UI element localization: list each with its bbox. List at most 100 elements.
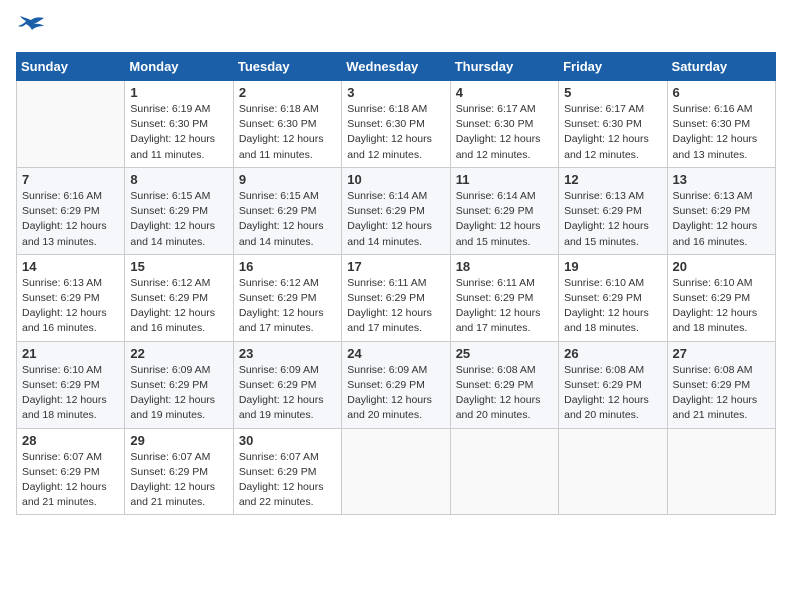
calendar-day-cell: 11 Sunrise: 6:14 AM Sunset: 6:29 PM Dayli… [450, 167, 558, 254]
calendar-day-cell: 3 Sunrise: 6:18 AM Sunset: 6:30 PM Daylig… [342, 81, 450, 168]
day-number: 6 [673, 85, 770, 100]
day-number: 17 [347, 259, 444, 274]
day-of-week-header: Tuesday [233, 53, 341, 81]
day-of-week-header: Monday [125, 53, 233, 81]
day-info: Sunrise: 6:19 AM Sunset: 6:30 PM Dayligh… [130, 102, 227, 163]
day-info: Sunrise: 6:11 AM Sunset: 6:29 PM Dayligh… [347, 276, 444, 337]
calendar-day-cell: 28 Sunrise: 6:07 AM Sunset: 6:29 PM Dayli… [17, 428, 125, 515]
day-info: Sunrise: 6:11 AM Sunset: 6:29 PM Dayligh… [456, 276, 553, 337]
day-info: Sunrise: 6:15 AM Sunset: 6:29 PM Dayligh… [130, 189, 227, 250]
day-number: 7 [22, 172, 119, 187]
day-info: Sunrise: 6:17 AM Sunset: 6:30 PM Dayligh… [456, 102, 553, 163]
logo [16, 16, 50, 40]
day-number: 22 [130, 346, 227, 361]
logo-icon [16, 16, 46, 40]
calendar-table: SundayMondayTuesdayWednesdayThursdayFrid… [16, 52, 776, 515]
day-number: 23 [239, 346, 336, 361]
day-number: 15 [130, 259, 227, 274]
day-info: Sunrise: 6:16 AM Sunset: 6:29 PM Dayligh… [22, 189, 119, 250]
day-info: Sunrise: 6:14 AM Sunset: 6:29 PM Dayligh… [347, 189, 444, 250]
day-info: Sunrise: 6:12 AM Sunset: 6:29 PM Dayligh… [239, 276, 336, 337]
day-number: 12 [564, 172, 661, 187]
calendar-day-cell: 12 Sunrise: 6:13 AM Sunset: 6:29 PM Dayli… [559, 167, 667, 254]
day-of-week-header: Thursday [450, 53, 558, 81]
day-number: 26 [564, 346, 661, 361]
calendar-day-cell: 29 Sunrise: 6:07 AM Sunset: 6:29 PM Dayli… [125, 428, 233, 515]
day-number: 20 [673, 259, 770, 274]
day-info: Sunrise: 6:17 AM Sunset: 6:30 PM Dayligh… [564, 102, 661, 163]
calendar-day-cell: 25Sunrise: 6:08 AM Sunset: 6:29 PM Dayli… [450, 341, 558, 428]
calendar-header-row: SundayMondayTuesdayWednesdayThursdayFrid… [17, 53, 776, 81]
calendar-day-cell: 26 Sunrise: 6:08 AM Sunset: 6:29 PM Dayli… [559, 341, 667, 428]
day-info: Sunrise: 6:09 AM Sunset: 6:29 PM Dayligh… [347, 363, 444, 424]
calendar-day-cell: 5 Sunrise: 6:17 AM Sunset: 6:30 PM Daylig… [559, 81, 667, 168]
day-number: 21 [22, 346, 119, 361]
day-number: 2 [239, 85, 336, 100]
day-number: 5 [564, 85, 661, 100]
day-of-week-header: Sunday [17, 53, 125, 81]
day-number: 14 [22, 259, 119, 274]
calendar-day-cell: 6 Sunrise: 6:16 AM Sunset: 6:30 PM Daylig… [667, 81, 775, 168]
day-of-week-header: Wednesday [342, 53, 450, 81]
calendar-day-cell: 14Sunrise: 6:13 AM Sunset: 6:29 PM Dayli… [17, 254, 125, 341]
calendar-day-cell: 8 Sunrise: 6:15 AM Sunset: 6:29 PM Daylig… [125, 167, 233, 254]
day-info: Sunrise: 6:13 AM Sunset: 6:29 PM Dayligh… [564, 189, 661, 250]
day-info: Sunrise: 6:10 AM Sunset: 6:29 PM Dayligh… [564, 276, 661, 337]
day-of-week-header: Saturday [667, 53, 775, 81]
day-info: Sunrise: 6:07 AM Sunset: 6:29 PM Dayligh… [130, 450, 227, 511]
day-info: Sunrise: 6:09 AM Sunset: 6:29 PM Dayligh… [239, 363, 336, 424]
day-info: Sunrise: 6:18 AM Sunset: 6:30 PM Dayligh… [239, 102, 336, 163]
calendar-day-cell [17, 81, 125, 168]
day-info: Sunrise: 6:12 AM Sunset: 6:29 PM Dayligh… [130, 276, 227, 337]
day-number: 13 [673, 172, 770, 187]
calendar-day-cell: 7 Sunrise: 6:16 AM Sunset: 6:29 PM Daylig… [17, 167, 125, 254]
calendar-day-cell: 27 Sunrise: 6:08 AM Sunset: 6:29 PM Dayli… [667, 341, 775, 428]
day-info: Sunrise: 6:07 AM Sunset: 6:29 PM Dayligh… [22, 450, 119, 511]
calendar-day-cell: 4 Sunrise: 6:17 AM Sunset: 6:30 PM Daylig… [450, 81, 558, 168]
day-number: 1 [130, 85, 227, 100]
day-info: Sunrise: 6:16 AM Sunset: 6:30 PM Dayligh… [673, 102, 770, 163]
calendar-day-cell: 22 Sunrise: 6:09 AM Sunset: 6:29 PM Dayli… [125, 341, 233, 428]
day-number: 28 [22, 433, 119, 448]
day-number: 10 [347, 172, 444, 187]
day-number: 27 [673, 346, 770, 361]
calendar-week-row: 7 Sunrise: 6:16 AM Sunset: 6:29 PM Daylig… [17, 167, 776, 254]
day-info: Sunrise: 6:10 AM Sunset: 6:29 PM Dayligh… [22, 363, 119, 424]
day-info: Sunrise: 6:09 AM Sunset: 6:29 PM Dayligh… [130, 363, 227, 424]
calendar-day-cell: 10 Sunrise: 6:14 AM Sunset: 6:29 PM Dayli… [342, 167, 450, 254]
day-info: Sunrise: 6:08 AM Sunset: 6:29 PM Dayligh… [673, 363, 770, 424]
calendar-week-row: 28 Sunrise: 6:07 AM Sunset: 6:29 PM Dayli… [17, 428, 776, 515]
calendar-week-row: 14Sunrise: 6:13 AM Sunset: 6:29 PM Dayli… [17, 254, 776, 341]
day-info: Sunrise: 6:07 AM Sunset: 6:29 PM Dayligh… [239, 450, 336, 511]
day-info: Sunrise: 6:18 AM Sunset: 6:30 PM Dayligh… [347, 102, 444, 163]
day-number: 29 [130, 433, 227, 448]
day-number: 9 [239, 172, 336, 187]
day-info: Sunrise: 6:08 AM Sunset: 6:29 PM Dayligh… [564, 363, 661, 424]
day-of-week-header: Friday [559, 53, 667, 81]
day-number: 4 [456, 85, 553, 100]
calendar-week-row: 21 Sunrise: 6:10 AM Sunset: 6:29 PM Dayli… [17, 341, 776, 428]
day-number: 24 [347, 346, 444, 361]
calendar-day-cell [342, 428, 450, 515]
day-number: 30 [239, 433, 336, 448]
calendar-day-cell: 16Sunrise: 6:12 AM Sunset: 6:29 PM Dayli… [233, 254, 341, 341]
calendar-day-cell: 9Sunrise: 6:15 AM Sunset: 6:29 PM Daylig… [233, 167, 341, 254]
calendar-day-cell: 20Sunrise: 6:10 AM Sunset: 6:29 PM Dayli… [667, 254, 775, 341]
day-number: 18 [456, 259, 553, 274]
calendar-day-cell: 30 Sunrise: 6:07 AM Sunset: 6:29 PM Dayli… [233, 428, 341, 515]
calendar-day-cell [667, 428, 775, 515]
page-header [16, 16, 776, 40]
day-number: 3 [347, 85, 444, 100]
day-info: Sunrise: 6:13 AM Sunset: 6:29 PM Dayligh… [673, 189, 770, 250]
calendar-day-cell: 19 Sunrise: 6:10 AM Sunset: 6:29 PM Dayli… [559, 254, 667, 341]
day-number: 8 [130, 172, 227, 187]
day-number: 19 [564, 259, 661, 274]
calendar-day-cell: 24 Sunrise: 6:09 AM Sunset: 6:29 PM Dayli… [342, 341, 450, 428]
calendar-day-cell: 18 Sunrise: 6:11 AM Sunset: 6:29 PM Dayli… [450, 254, 558, 341]
day-number: 25 [456, 346, 553, 361]
day-number: 11 [456, 172, 553, 187]
day-info: Sunrise: 6:14 AM Sunset: 6:29 PM Dayligh… [456, 189, 553, 250]
calendar-day-cell: 15 Sunrise: 6:12 AM Sunset: 6:29 PM Dayli… [125, 254, 233, 341]
calendar-day-cell [559, 428, 667, 515]
calendar-day-cell: 17 Sunrise: 6:11 AM Sunset: 6:29 PM Dayli… [342, 254, 450, 341]
